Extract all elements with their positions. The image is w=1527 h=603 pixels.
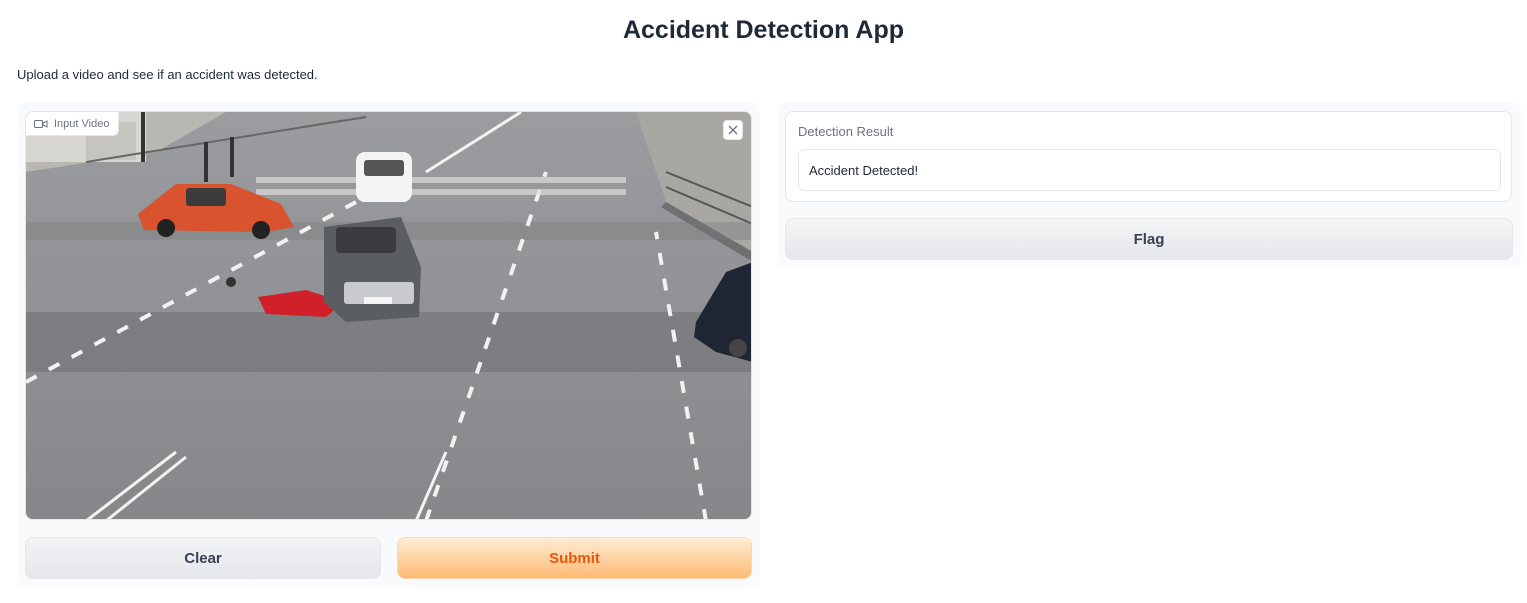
app-description: Upload a video and see if an accident wa… bbox=[17, 67, 318, 82]
detection-result-label: Detection Result bbox=[798, 124, 894, 139]
clear-button[interactable]: Clear bbox=[25, 537, 381, 579]
close-video-button[interactable] bbox=[723, 120, 743, 140]
input-video-label: Input Video bbox=[26, 112, 120, 136]
detection-result-card: Detection Result Accident Detected! bbox=[785, 111, 1512, 202]
video-camera-icon bbox=[34, 119, 48, 129]
output-panel: Detection Result Accident Detected! Flag bbox=[777, 103, 1521, 267]
video-player[interactable]: Input Video bbox=[25, 111, 752, 520]
flag-button[interactable]: Flag bbox=[785, 218, 1513, 260]
app-title: Accident Detection App bbox=[622, 16, 905, 44]
video-frame bbox=[26, 112, 751, 519]
detection-result-field[interactable]: Accident Detected! bbox=[798, 149, 1501, 191]
input-video-label-text: Input Video bbox=[54, 117, 110, 130]
close-icon bbox=[728, 125, 738, 135]
input-panel: Input Video Clear Submit bbox=[17, 103, 760, 587]
submit-button[interactable]: Submit bbox=[397, 537, 752, 579]
